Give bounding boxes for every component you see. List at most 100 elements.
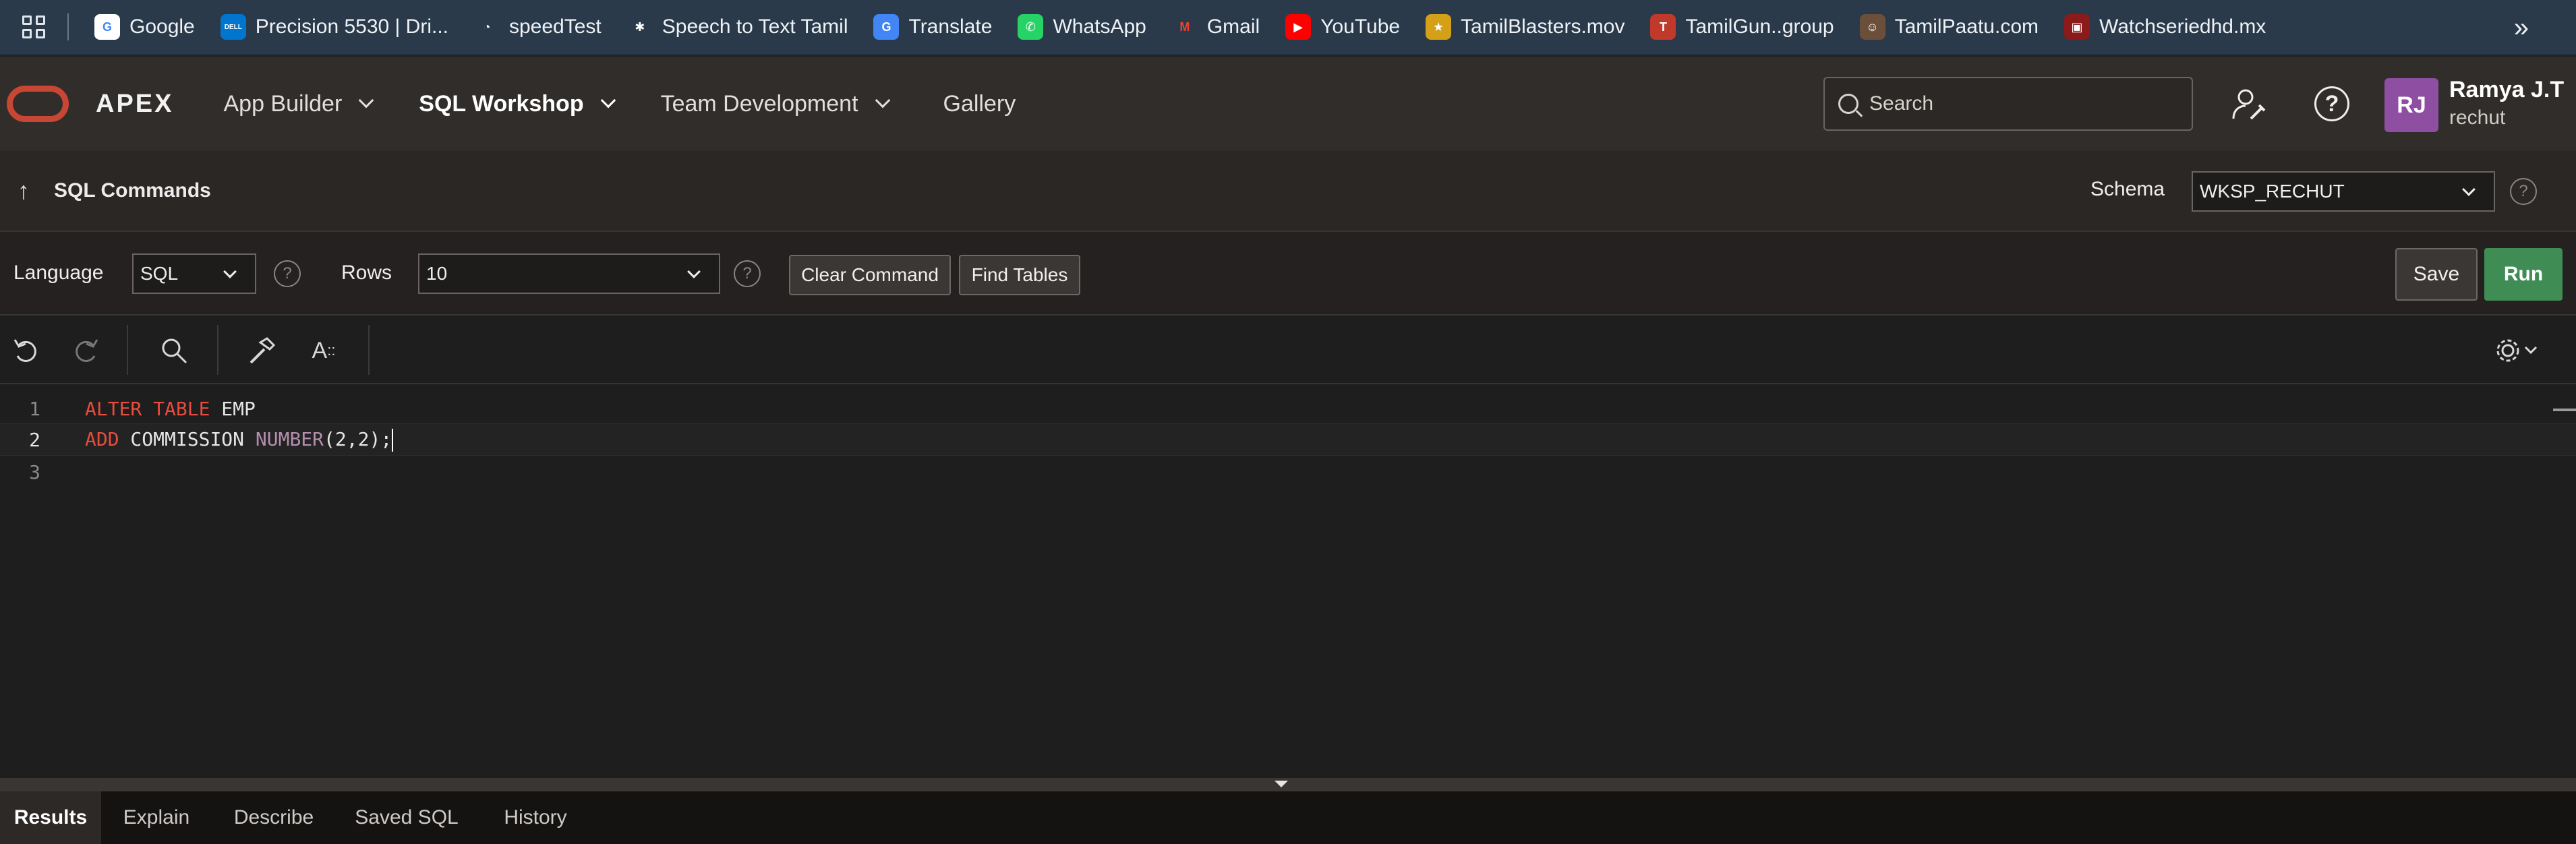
- settings-gear-icon[interactable]: [2490, 330, 2550, 371]
- language-label: Language: [13, 262, 104, 284]
- find-tables-button[interactable]: Find Tables: [959, 255, 1080, 295]
- code-text[interactable]: ADD COMMISSION NUMBER(2,2);: [85, 427, 394, 452]
- bookmark-item[interactable]: ★ TamilBlasters.mov: [1417, 0, 1642, 55]
- rows-select[interactable]: 10: [418, 253, 720, 294]
- nav-team-development[interactable]: Team Development: [660, 90, 890, 117]
- language-value: SQL: [140, 263, 179, 284]
- hammer-icon[interactable]: [241, 330, 282, 371]
- search-placeholder: Search: [1869, 92, 1934, 115]
- administration-icon[interactable]: [2229, 84, 2270, 124]
- bookmark-item[interactable]: G Google: [86, 0, 212, 55]
- gmail-icon: M: [1171, 14, 1198, 40]
- code-editor[interactable]: 1 ALTER TABLE EMP 2 ADD COMMISSION NUMBE…: [0, 384, 2576, 778]
- format-text-icon[interactable]: A::: [303, 330, 344, 371]
- tamilgun-icon: T: [1650, 14, 1676, 40]
- up-arrow-icon[interactable]: ↑: [18, 177, 30, 205]
- bookmark-label: TamilGun..group: [1685, 16, 1834, 38]
- bookmark-label: YouTube: [1320, 16, 1401, 38]
- nav-sql-workshop[interactable]: SQL Workshop: [419, 90, 616, 117]
- code-line-1[interactable]: 1 ALTER TABLE EMP: [0, 392, 2576, 425]
- bookmark-item[interactable]: ✆ WhatsApp: [1009, 0, 1163, 55]
- search-input[interactable]: Search: [1823, 77, 2193, 131]
- line-number: 1: [29, 397, 40, 420]
- watchseries-icon: ▣: [2064, 14, 2090, 40]
- scrollbar-marker[interactable]: [2553, 409, 2576, 411]
- bookmark-item[interactable]: ✱ Speech to Text Tamil: [619, 0, 866, 55]
- tab-results[interactable]: Results: [0, 791, 101, 844]
- sql-text: (2,2);: [324, 427, 392, 450]
- toolbar-divider: [127, 325, 128, 375]
- bookmark-label: Gmail: [1206, 16, 1260, 38]
- more-bookmarks-icon[interactable]: »: [2514, 0, 2529, 55]
- sql-text: EMP: [210, 397, 256, 420]
- language-select[interactable]: SQL: [132, 253, 256, 294]
- code-text[interactable]: ALTER TABLE EMP: [85, 398, 256, 420]
- bookmark-item[interactable]: ▶ YouTube: [1277, 0, 1417, 55]
- tab-history[interactable]: History: [483, 791, 588, 844]
- user-name[interactable]: Ramya J.T: [2449, 77, 2564, 103]
- bookmark-label: WhatsApp: [1053, 16, 1146, 38]
- schema-help-icon[interactable]: ?: [2510, 178, 2537, 205]
- bookmark-item[interactable]: T TamilGun..group: [1642, 0, 1851, 55]
- sql-text: COMMISSION: [119, 427, 256, 450]
- sql-keyword: TABLE: [153, 397, 210, 420]
- nav-sql-workshop-label: SQL Workshop: [419, 90, 584, 117]
- text-cursor: [392, 428, 394, 452]
- bookmark-label: Precision 5530 | Dri...: [255, 16, 448, 38]
- nav-team-development-label: Team Development: [660, 90, 858, 117]
- app-name[interactable]: APEX: [96, 90, 173, 119]
- code-line-3[interactable]: 3: [0, 456, 2576, 488]
- command-options-row: Language SQL ? Rows 10 ? Clear Command F…: [0, 232, 2576, 315]
- youtube-icon: ▶: [1285, 14, 1312, 40]
- undo-icon[interactable]: [5, 330, 46, 371]
- tab-describe[interactable]: Describe: [213, 791, 334, 844]
- bookmark-item[interactable]: G Translate: [865, 0, 1009, 55]
- dell-icon: DELL: [220, 14, 246, 40]
- chevron-down-icon: [2462, 183, 2476, 196]
- joomla-icon: ✱: [626, 14, 653, 40]
- line-number: 3: [29, 460, 40, 483]
- rows-help-icon[interactable]: ?: [734, 260, 761, 287]
- apps-grid-icon[interactable]: [0, 0, 67, 55]
- collapse-arrow-icon[interactable]: [1275, 781, 1288, 787]
- bookmark-item[interactable]: M Gmail: [1164, 0, 1277, 55]
- oracle-logo[interactable]: [7, 86, 69, 122]
- google-icon: G: [94, 14, 120, 40]
- bookmark-item[interactable]: ☺ TamilPaatu.com: [1852, 0, 2056, 55]
- run-button[interactable]: Run: [2484, 248, 2563, 301]
- clear-command-button[interactable]: Clear Command: [789, 255, 951, 295]
- bookmark-label: Google: [129, 16, 195, 38]
- bookmark-label: TamilPaatu.com: [1894, 16, 2039, 38]
- apex-header: APEX App Builder SQL Workshop Team Devel…: [0, 57, 2576, 151]
- toolbar-divider: [368, 325, 370, 375]
- bookmark-label: Speech to Text Tamil: [662, 16, 848, 38]
- tab-explain[interactable]: Explain: [108, 791, 205, 844]
- chevron-down-icon: [358, 92, 374, 109]
- redo-icon[interactable]: [66, 330, 107, 371]
- page-title: SQL Commands: [54, 179, 211, 202]
- bookmark-item[interactable]: ▣ Watchseriedhd.mx: [2056, 0, 2283, 55]
- search-icon[interactable]: [154, 330, 194, 371]
- schema-select[interactable]: WKSP_RECHUT: [2192, 171, 2495, 212]
- avatar[interactable]: RJ: [2384, 78, 2438, 132]
- nav-app-builder[interactable]: App Builder: [223, 91, 374, 117]
- bookmarks-bar: G Google DELL Precision 5530 | Dri... ◔ speed…: [0, 0, 2576, 55]
- bookmark-item[interactable]: ◔ speedTest: [466, 0, 619, 55]
- bookmark-item[interactable]: DELL Precision 5530 | Dri...: [212, 0, 466, 55]
- search-icon: [1838, 94, 1858, 114]
- tab-saved-sql[interactable]: Saved SQL: [344, 791, 469, 844]
- schema-value: WKSP_RECHUT: [2200, 181, 2345, 202]
- help-icon[interactable]: ?: [2312, 84, 2352, 124]
- code-line-2[interactable]: 2 ADD COMMISSION NUMBER(2,2);: [0, 423, 2576, 456]
- results-tabs: Results Explain Describe Saved SQL Histo…: [0, 791, 2576, 844]
- save-button[interactable]: Save: [2395, 248, 2478, 301]
- chevron-down-icon: [223, 265, 237, 278]
- pane-splitter[interactable]: [0, 778, 2576, 791]
- nav-gallery[interactable]: Gallery: [943, 91, 1016, 117]
- sql-keyword: ALTER: [85, 397, 142, 420]
- chevron-down-icon: [687, 265, 701, 278]
- editor-toolbar: A::: [0, 315, 2576, 384]
- sql-keyword: ADD: [85, 427, 119, 450]
- sql-type: NUMBER: [255, 427, 324, 450]
- language-help-icon[interactable]: ?: [274, 260, 301, 287]
